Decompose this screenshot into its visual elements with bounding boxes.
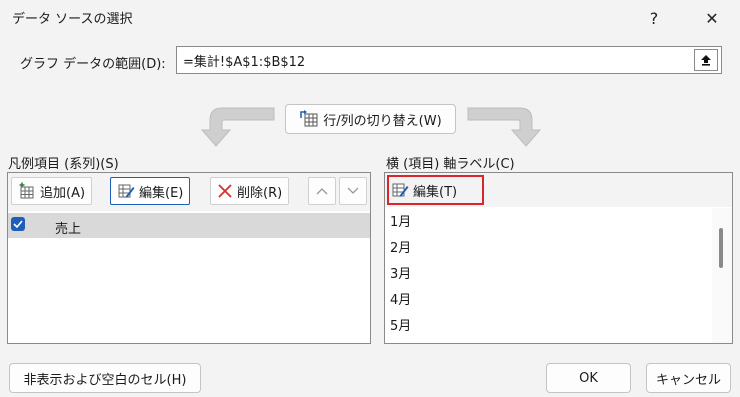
move-up-icon (316, 188, 328, 195)
switch-row-column-button[interactable]: 行/列の切り替え(W) (285, 104, 456, 134)
series-label: 売上 (55, 222, 82, 237)
switch-row-column-label: 行/列の切り替え(W) (323, 113, 442, 129)
delete-series-label: 削除(R) (237, 185, 283, 201)
legend-entries-header: 凡例項目 (系列)(S) (8, 157, 119, 172)
axis-label-item[interactable]: 5月 (390, 311, 411, 337)
axis-labels-header: 横 (項目) 軸ラベル(C) (386, 157, 515, 172)
axis-label-item[interactable]: 2月 (390, 233, 411, 259)
scrollbar-thumb[interactable] (719, 228, 723, 268)
move-down-icon (347, 187, 359, 194)
add-icon (19, 182, 34, 199)
arrow-right-icon (467, 107, 542, 147)
axis-label-item[interactable]: 3月 (390, 259, 411, 285)
series-checkbox[interactable] (11, 217, 25, 231)
close-button[interactable]: ✕ (690, 0, 734, 36)
cancel-button[interactable]: キャンセル (646, 363, 731, 393)
edit-icon (118, 184, 135, 198)
axis-label-item[interactable]: 1月 (390, 207, 411, 233)
check-icon (13, 220, 23, 228)
window-title: データ ソースの選択 (12, 12, 133, 27)
switch-row-column-icon (300, 110, 318, 127)
collapse-dialog-icon (701, 55, 711, 66)
edit-axis-labels-button[interactable]: 編集(T) (391, 179, 457, 201)
data-range-input[interactable]: =集計!$A$1:$B$12 (176, 46, 722, 74)
ok-button[interactable]: OK (546, 363, 631, 393)
edit-axis-labels-label: 編集(T) (413, 184, 458, 200)
collapse-dialog-button[interactable] (694, 49, 718, 71)
delete-series-button[interactable]: 削除(R) (210, 177, 290, 205)
move-down-button[interactable] (339, 177, 367, 205)
edit-icon (392, 183, 409, 197)
data-range-label: グラフ データの範囲(D): (20, 57, 166, 72)
cancel-label: キャンセル (655, 372, 721, 388)
add-series-label: 追加(A) (40, 185, 86, 201)
edit-series-button[interactable]: 編集(E) (110, 177, 191, 205)
arrow-left-icon (200, 107, 275, 147)
hidden-empty-cells-button[interactable]: 非表示および空白のセル(H) (9, 363, 201, 393)
close-icon: ✕ (705, 8, 719, 28)
hidden-empty-cells-label: 非表示および空白のセル(H) (23, 372, 187, 388)
add-series-button[interactable]: 追加(A) (11, 177, 93, 205)
help-button[interactable]: ? (632, 0, 676, 36)
delete-icon (218, 184, 232, 198)
axis-label-item[interactable]: 4月 (390, 285, 411, 311)
edit-series-label: 編集(E) (139, 185, 184, 201)
move-up-button[interactable] (308, 177, 336, 205)
ok-label: OK (579, 370, 598, 386)
help-icon: ? (649, 8, 659, 28)
